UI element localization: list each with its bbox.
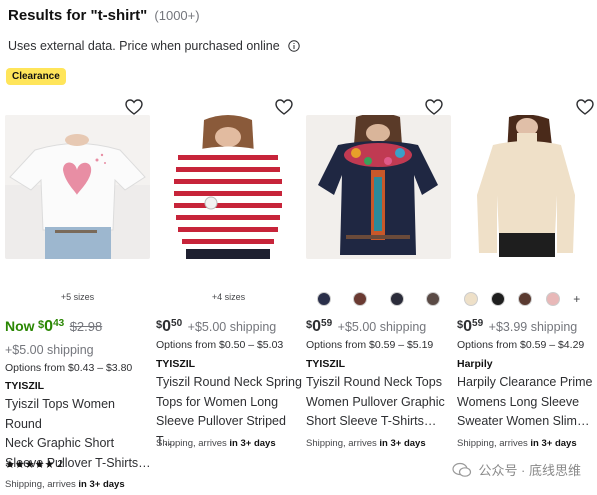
heart-icon[interactable]	[124, 97, 144, 117]
delivery-time: in 3+ days	[379, 438, 426, 449]
price-cents: 50	[171, 318, 183, 329]
shipping-cost: +$5.00 shipping	[5, 343, 94, 357]
price: Now $043 $2.98	[5, 318, 102, 336]
wechat-icon	[452, 462, 472, 477]
delivery-time: in 3+ days	[229, 438, 276, 449]
options-range: Options from $0.59 – $5.19	[306, 339, 434, 351]
price: $059 +$3.99 shipping	[457, 318, 577, 336]
product-title[interactable]: Harpily Clearance Prime Womens Long Slee…	[457, 373, 597, 432]
was-price: $2.98	[69, 319, 103, 334]
price-dollar: $	[457, 319, 464, 331]
price-dollar: $	[156, 319, 163, 331]
delivery-info: Shipping, arrives in 3+ days	[156, 438, 276, 449]
product-image[interactable]	[457, 115, 593, 259]
heart-icon[interactable]	[274, 97, 294, 117]
rating: ★★★★★ 2	[5, 458, 63, 471]
product-card[interactable]: +4 sizes $050 +$5.00 shipping Options fr…	[156, 96, 304, 491]
title-line: Tyiszil Round Neck Spring	[156, 375, 302, 389]
product-image[interactable]	[156, 115, 301, 259]
color-swatch[interactable]	[491, 292, 506, 306]
color-swatch[interactable]	[425, 292, 440, 306]
delivery-info: Shipping, arrives in 3+ days	[306, 438, 426, 449]
heart-icon[interactable]	[575, 97, 595, 117]
color-swatch[interactable]	[518, 292, 533, 306]
title-line: Women Pullover Graphic	[306, 394, 445, 409]
price-main: 0	[463, 318, 473, 335]
title-line: Harpily Clearance Prime	[457, 375, 593, 389]
delivery-info: Shipping, arrives in 3+ days	[5, 479, 125, 490]
product-image[interactable]	[306, 115, 451, 259]
title-line: Neck Graphic Short	[5, 436, 115, 450]
color-swatches	[306, 292, 451, 306]
title-line: Short Sleeve T-Shirts…	[306, 414, 437, 428]
options-range: Options from $0.50 – $5.03	[156, 339, 284, 351]
brand-name: TYISZIL	[5, 380, 45, 392]
title-line: Tyiszil Round Neck Tops	[306, 375, 442, 389]
results-title: Results for "t-shirt"	[8, 7, 148, 24]
options-range: Options from $0.59 – $4.29	[457, 339, 585, 351]
price: $059 +$5.00 shipping	[306, 318, 426, 336]
watermark: 公众号 · 底线思维	[452, 460, 581, 479]
heart-icon[interactable]	[424, 97, 444, 117]
color-swatch[interactable]	[353, 292, 368, 306]
product-image[interactable]	[5, 115, 150, 259]
price: $050 +$5.00 shipping	[156, 318, 276, 336]
brand-name: TYISZIL	[306, 358, 346, 370]
price-dollar: $	[38, 319, 45, 331]
star-rating-icons: ★★★★★	[5, 459, 55, 471]
price-cents: 59	[472, 318, 484, 329]
color-swatch[interactable]	[463, 292, 478, 306]
price-dollar: $	[306, 319, 313, 331]
results-count: (1000+)	[154, 8, 200, 23]
delivery-prefix: Shipping, arrives	[306, 438, 380, 449]
delivery-prefix: Shipping, arrives	[457, 438, 531, 449]
external-data-text: Uses external data. Price when purchased…	[8, 39, 280, 53]
color-swatch[interactable]	[317, 292, 332, 306]
delivery-time: in 3+ days	[78, 479, 125, 490]
title-line: Sweater Women Slim…	[457, 414, 590, 428]
shipping-cost: +$5.00 shipping	[337, 320, 427, 334]
brand-name: TYISZIL	[156, 358, 196, 370]
product-card[interactable]: $059 +$5.00 shipping Options from $0.59 …	[306, 96, 454, 491]
clearance-badge: Clearance	[6, 68, 66, 85]
info-icon[interactable]	[287, 40, 300, 52]
color-swatch[interactable]	[389, 292, 404, 306]
price-cents: 43	[53, 318, 65, 329]
color-swatches: +	[457, 292, 587, 306]
review-count: 2	[57, 459, 63, 470]
delivery-prefix: Shipping, arrives	[156, 438, 230, 449]
options-range: Options from $0.43 – $3.80	[5, 362, 133, 374]
sizes-count[interactable]: +5 sizes	[5, 292, 150, 302]
product-card[interactable]: +5 sizes Now $043 $2.98 +$5.00 shipping …	[5, 96, 153, 491]
shipping-cost: +$5.00 shipping	[187, 320, 277, 334]
price-main: 0	[162, 318, 172, 335]
delivery-prefix: Shipping, arrives	[5, 479, 79, 490]
price-main: 0	[312, 318, 322, 335]
sizes-count[interactable]: +4 sizes	[156, 292, 301, 302]
price-cents: 59	[321, 318, 333, 329]
shipping-cost: +$3.99 shipping	[488, 320, 578, 334]
title-line: Tops for Women Long	[156, 394, 279, 409]
results-header: Results for "t-shirt" (1000+)	[8, 7, 200, 24]
color-swatch[interactable]	[545, 292, 560, 306]
product-title[interactable]: Tyiszil Round Neck Tops Women Pullover G…	[306, 373, 454, 432]
watermark-text: 公众号 · 底线思维	[478, 463, 581, 478]
title-line: Womens Long Sleeve	[457, 394, 580, 409]
price-now-label: Now	[5, 318, 35, 334]
brand-name: Harpily	[457, 358, 493, 370]
external-data-note: Uses external data. Price when purchased…	[8, 39, 300, 53]
title-line: Tyiszil Tops Women Round	[5, 397, 115, 431]
delivery-time: in 3+ days	[530, 438, 577, 449]
price-main: 0	[44, 318, 54, 335]
more-colors-plus[interactable]: +	[573, 292, 580, 306]
delivery-info: Shipping, arrives in 3+ days	[457, 438, 577, 449]
product-card[interactable]: + $059 +$3.99 shipping Options from $0.5…	[457, 96, 597, 491]
